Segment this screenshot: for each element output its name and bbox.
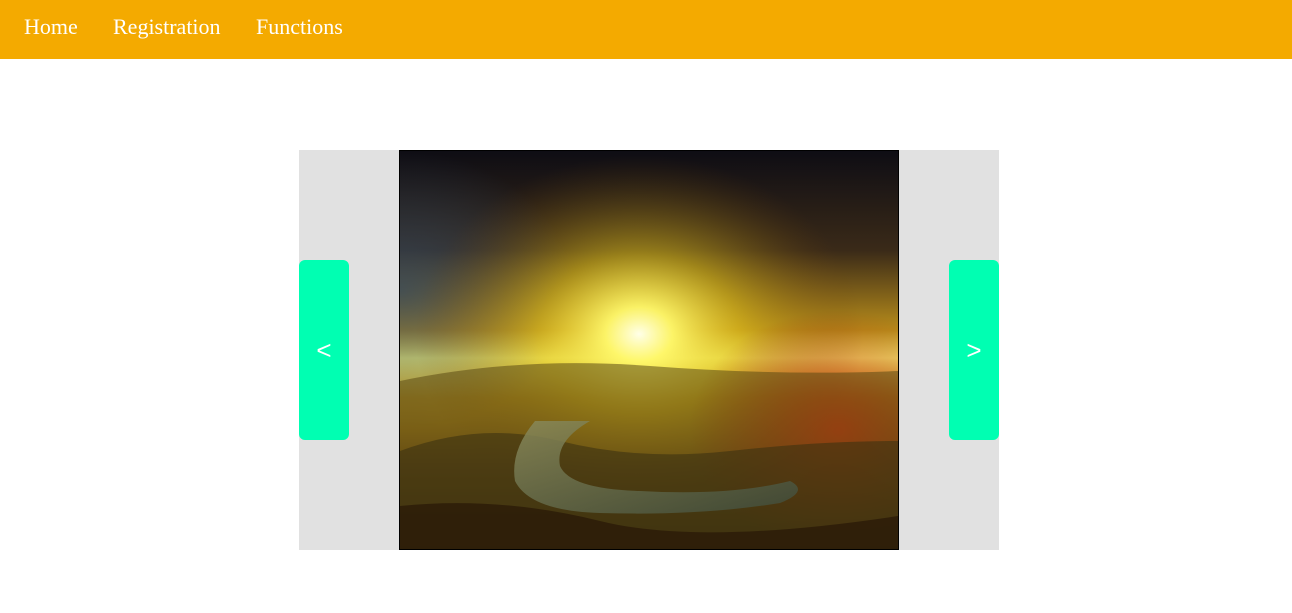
top-navbar: Home Registration Functions bbox=[0, 0, 1292, 59]
nav-link-registration[interactable]: Registration bbox=[113, 16, 221, 38]
landscape-sunset-image bbox=[400, 151, 898, 549]
slide-image bbox=[399, 150, 899, 550]
next-slide-button[interactable]: > bbox=[949, 260, 999, 440]
nav-link-functions[interactable]: Functions bbox=[256, 16, 343, 38]
image-slider: < > bbox=[299, 150, 999, 550]
nav-link-home[interactable]: Home bbox=[24, 16, 78, 38]
previous-slide-button[interactable]: < bbox=[299, 260, 349, 440]
